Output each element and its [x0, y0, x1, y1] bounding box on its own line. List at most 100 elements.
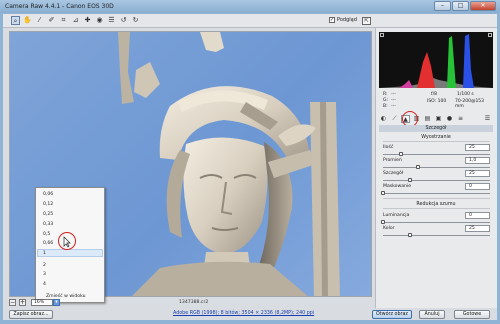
zoom-item[interactable]: 0,06	[43, 192, 53, 197]
slider-value-amount[interactable]: 25	[465, 144, 490, 151]
slider-label-masking: Maskowanie	[383, 184, 412, 189]
slider-label-luminance: Luminancja	[383, 213, 410, 218]
g-label: G:	[383, 98, 389, 103]
mouse-cursor-icon	[63, 236, 71, 248]
zoom-item[interactable]: 0,25	[43, 212, 53, 217]
noise-reduction-title: Redukcja szumu	[416, 202, 456, 207]
slider-label-radius: Promień	[383, 158, 402, 163]
zoom-item[interactable]: 2	[43, 263, 46, 268]
tab-basic-icon[interactable]: ◐	[379, 115, 388, 123]
slider-detail[interactable]	[383, 178, 490, 182]
b-label: B:	[383, 104, 388, 109]
footer-bar: Zapisz obraz... Adobe RGB (1998); 8 bitó…	[3, 310, 497, 320]
slider-thumb[interactable]	[381, 191, 385, 195]
slider-thumb[interactable]	[416, 165, 421, 169]
crop-icon[interactable]: ⌗	[59, 16, 68, 25]
zoom-item-selected[interactable]: 1	[43, 251, 46, 256]
zoom-item-highlight	[37, 249, 103, 257]
tab-lens-icon[interactable]: ▣	[434, 115, 443, 123]
slider-label-amount: Ilość	[383, 145, 394, 150]
rotate-right-icon[interactable]: ↻	[131, 16, 140, 25]
slider-value-detail[interactable]: 25	[465, 170, 490, 177]
zoom-item[interactable]: 0,66	[43, 241, 53, 246]
slider-masking[interactable]	[381, 191, 490, 195]
slider-value-radius[interactable]: 1,0	[465, 157, 490, 164]
aperture: f/8	[431, 92, 437, 97]
zoom-item[interactable]: 0,12	[43, 202, 53, 207]
camera-info: R: --- G: --- B: --- f/8 1/100 s ISO: 10…	[379, 90, 493, 112]
shadow-clipping-icon[interactable]	[380, 33, 384, 37]
slider-label-color: Kolor	[383, 226, 395, 231]
r-value: ---	[391, 92, 396, 97]
preview-label: Podgląd	[337, 17, 357, 23]
slider-thumb[interactable]	[381, 220, 385, 224]
panel-menu-icon[interactable]: ☰	[483, 115, 492, 123]
slider-value-color[interactable]: 25	[465, 225, 490, 232]
divider	[383, 208, 490, 209]
lens: 70-200@153 mm	[455, 99, 485, 109]
panel-section-title: Szczegół	[379, 125, 493, 132]
rotate-left-icon[interactable]: ↺	[119, 16, 128, 25]
slider-amount[interactable]	[383, 152, 490, 156]
minimize-button[interactable]: –	[434, 1, 451, 11]
shutter-speed: 1/100 s	[457, 92, 474, 97]
workflow-options-link[interactable]: Adobe RGB (1998); 8 bitów; 3504 × 2336 (…	[173, 311, 314, 316]
g-value: ---	[391, 98, 396, 103]
color-sampler-icon[interactable]: ✐	[47, 16, 56, 25]
window-controls: – □ ✕	[434, 1, 496, 11]
adjustment-panel: R: --- G: --- B: --- f/8 1/100 s ISO: 10…	[375, 28, 497, 308]
fullscreen-icon[interactable]: ⇱	[362, 17, 371, 25]
tab-split-toning-icon[interactable]: ▤	[423, 115, 432, 123]
zoom-item[interactable]: 4	[43, 282, 46, 287]
zoom-icon[interactable]: ⌕	[11, 16, 20, 25]
preview-toggle[interactable]: ✓ Podgląd	[329, 17, 357, 23]
camera-raw-window: Camera Raw 4.4.1 - Canon EOS 30D – □ ✕ ⌕…	[0, 0, 500, 324]
close-button[interactable]: ✕	[470, 1, 496, 11]
toolbar: ⌕ ✋ ⁄ ✐ ⌗ ⊿ ✚ ◉ ☰ ↺ ↻ ✓ Podgląd ⇱	[3, 14, 497, 28]
slider-thumb[interactable]	[399, 152, 404, 156]
slider-value-luminance[interactable]: 0	[465, 212, 490, 219]
slider-color[interactable]	[383, 233, 490, 237]
zoom-out-button[interactable]: −	[9, 299, 16, 306]
window-title: Camera Raw 4.4.1 - Canon EOS 30D	[5, 3, 114, 10]
zoom-item[interactable]: 3	[43, 272, 46, 277]
divider	[383, 141, 490, 142]
status-bar: − + 16% ▾ 1347388.cr2	[9, 299, 372, 308]
preferences-icon[interactable]: ☰	[107, 16, 116, 25]
maximize-button[interactable]: □	[452, 1, 469, 11]
iso: ISO: 100	[427, 99, 447, 104]
cancel-button[interactable]: Anuluj	[419, 310, 445, 319]
open-image-button[interactable]: Otwórz obraz	[372, 310, 412, 319]
eyedropper-icon[interactable]: ⁄	[35, 16, 44, 25]
tab-tone-curve-icon[interactable]: ⟋	[390, 115, 399, 123]
slider-radius[interactable]	[383, 165, 490, 169]
save-image-button[interactable]: Zapisz obraz...	[9, 310, 53, 319]
zoom-level-field[interactable]: 16%	[31, 299, 53, 306]
zoom-item[interactable]: 0,33	[43, 222, 53, 227]
retouch-icon[interactable]: ✚	[83, 16, 92, 25]
panel-tabs: ◐ ⟋ ▲ ▥ ▤ ▣ ● ≡ ☰	[379, 115, 493, 124]
zoom-in-button[interactable]: +	[19, 299, 26, 306]
tab-presets-icon[interactable]: ≡	[456, 115, 465, 123]
histogram-graph	[379, 34, 493, 88]
straighten-icon[interactable]: ⊿	[71, 16, 80, 25]
tab-camera-calibration-icon[interactable]: ●	[445, 115, 454, 123]
slider-thumb[interactable]	[407, 233, 412, 237]
preview-checkbox[interactable]: ✓	[329, 17, 335, 23]
red-eye-icon[interactable]: ◉	[95, 16, 104, 25]
highlight-clipping-icon[interactable]	[488, 33, 492, 37]
slider-value-masking[interactable]: 0	[465, 183, 490, 190]
b-value: ---	[391, 104, 396, 109]
slider-label-detail: Szczegół	[383, 171, 404, 176]
done-button[interactable]: Gotowe	[454, 310, 490, 319]
slider-thumb[interactable]	[407, 178, 412, 182]
title-bar[interactable]: Camera Raw 4.4.1 - Canon EOS 30D – □ ✕	[0, 0, 500, 13]
divider	[383, 198, 490, 199]
chevron-down-icon[interactable]: ▾	[53, 299, 60, 306]
hand-icon[interactable]: ✋	[23, 16, 32, 25]
histogram	[379, 32, 493, 88]
r-label: R:	[383, 92, 388, 97]
slider-luminance[interactable]	[381, 220, 490, 224]
sharpening-title: Wyostrzanie	[421, 135, 451, 140]
zoom-item[interactable]: 0,5	[43, 232, 50, 237]
